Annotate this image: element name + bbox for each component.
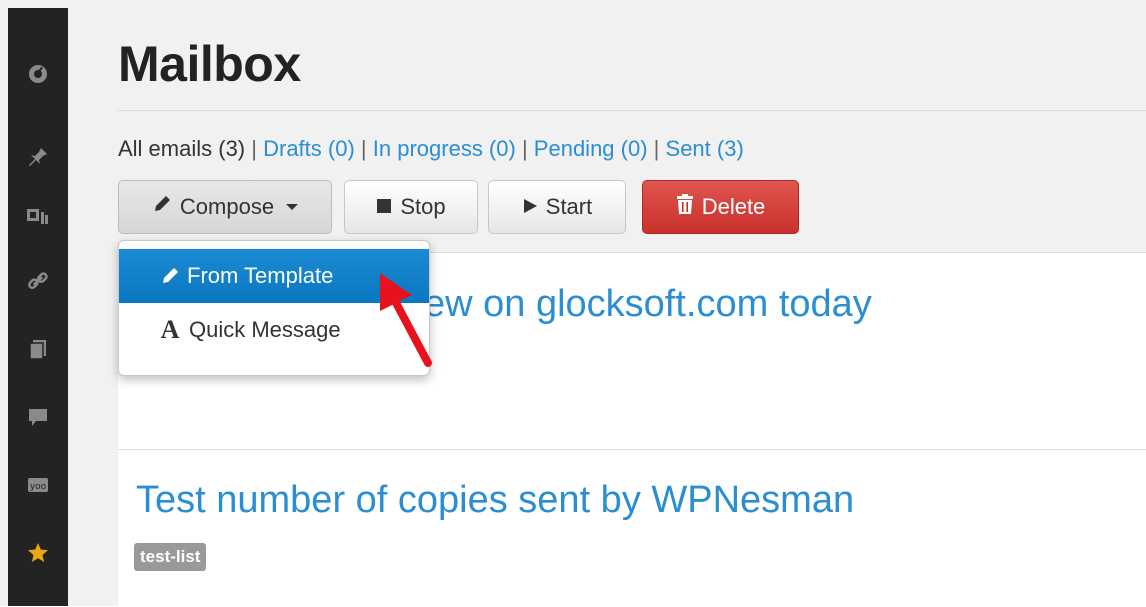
page-title: Mailbox	[118, 36, 301, 92]
trash-icon	[676, 194, 694, 220]
star-icon[interactable]	[8, 538, 68, 568]
mail-title[interactable]: Test number of copies sent by WPNesman	[136, 479, 854, 522]
filter-separator: |	[653, 136, 660, 161]
filter-sent[interactable]: Sent (3)	[666, 136, 744, 161]
mail-title[interactable]: ew on glocksoft.com today	[424, 283, 872, 326]
caret-down-icon	[286, 204, 299, 210]
pencil-icon	[157, 266, 183, 286]
comments-icon[interactable]	[8, 402, 68, 432]
title-divider	[118, 110, 1146, 111]
filter-separator: |	[360, 136, 367, 161]
delete-label: Delete	[701, 194, 766, 219]
admin-sidebar: yoo	[8, 8, 68, 606]
filter-drafts[interactable]: Drafts (0)	[263, 136, 355, 161]
compose-button[interactable]: Compose	[118, 180, 332, 234]
media-icon[interactable]	[8, 202, 68, 232]
delete-button[interactable]: Delete	[642, 180, 799, 234]
annotation-arrow-icon	[380, 273, 432, 367]
app-frame: yoo Mailbox All emails (3) | Drafts (0) …	[0, 0, 1146, 607]
play-icon	[522, 194, 538, 220]
svg-text:yoo: yoo	[30, 482, 47, 492]
pages-icon[interactable]	[8, 334, 68, 364]
yoo-icon[interactable]: yoo	[8, 470, 68, 500]
list-tag: test-list	[134, 543, 207, 571]
email-filters: All emails (3) | Drafts (0) | In progres…	[118, 136, 744, 162]
link-icon[interactable]	[8, 266, 68, 296]
start-label: Start	[545, 194, 593, 219]
menu-item-label: Quick Message	[189, 317, 341, 342]
stop-button[interactable]: Stop	[344, 180, 478, 234]
stop-icon	[376, 194, 392, 220]
font-a-icon: A	[160, 315, 180, 344]
pencil-icon	[152, 194, 172, 220]
start-button[interactable]: Start	[488, 180, 626, 234]
stop-label: Stop	[400, 194, 446, 219]
compose-label: Compose	[179, 194, 275, 219]
filter-in-progress[interactable]: In progress (0)	[373, 136, 516, 161]
filter-pending[interactable]: Pending (0)	[534, 136, 648, 161]
filter-separator: |	[251, 136, 257, 161]
filter-all[interactable]: All emails (3)	[118, 136, 245, 161]
pin-icon[interactable]	[8, 142, 68, 172]
filter-separator: |	[521, 136, 528, 161]
row-divider	[118, 449, 1146, 450]
menu-item-label: From Template	[187, 263, 334, 288]
dashboard-icon[interactable]	[8, 58, 68, 88]
